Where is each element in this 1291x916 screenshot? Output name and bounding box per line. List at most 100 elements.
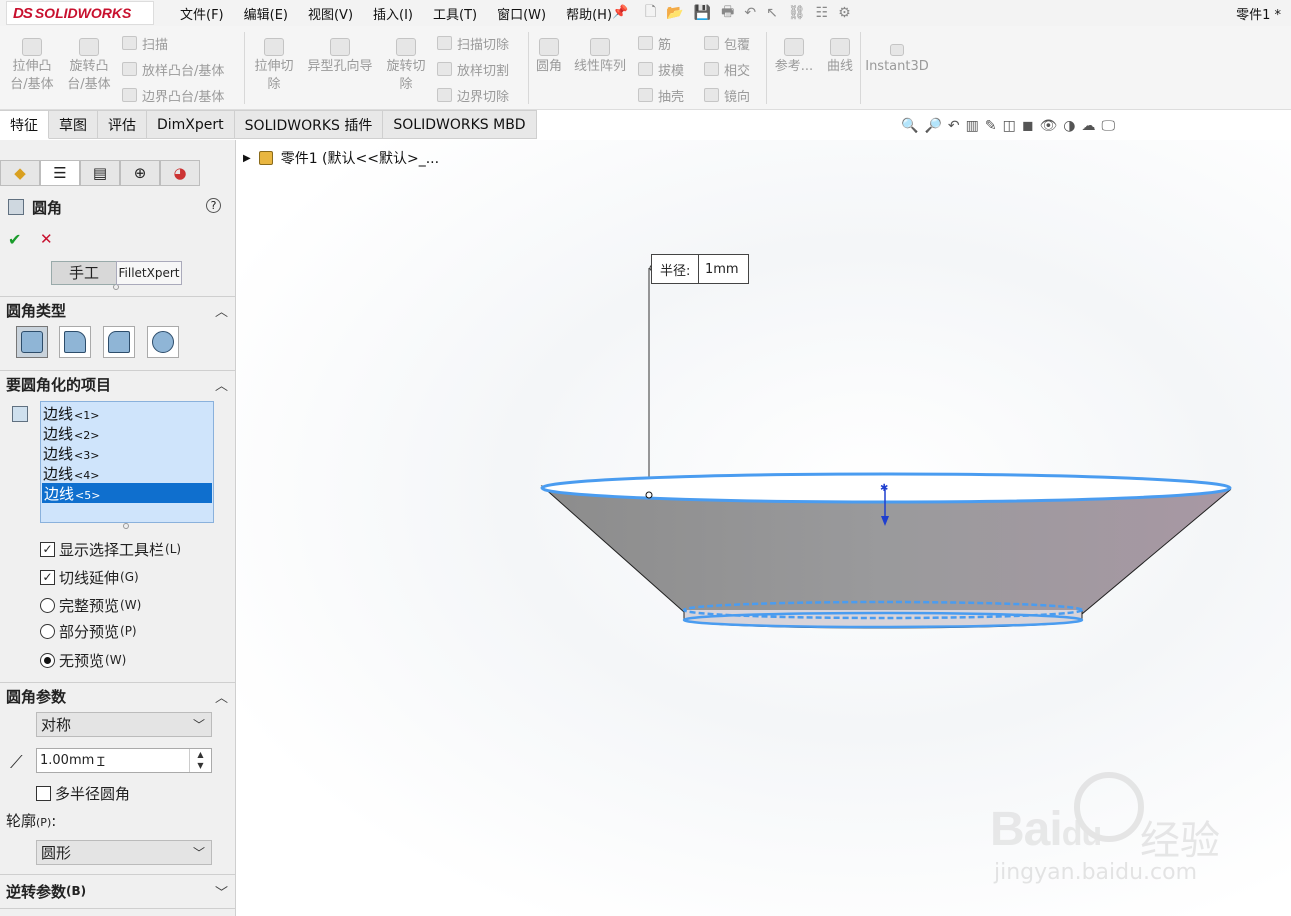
tangent-propagation-checkbox[interactable]: ✓ 切线延伸 (G) bbox=[40, 566, 139, 588]
list-resize-handle[interactable] bbox=[123, 523, 129, 529]
select-icon[interactable]: ↖ bbox=[766, 5, 778, 21]
collapse-icon[interactable]: ︿ bbox=[215, 301, 228, 320]
print-icon[interactable]: 🖶 bbox=[721, 1, 734, 25]
cancel-button[interactable]: ✕ bbox=[40, 230, 53, 248]
apply-scene-icon[interactable]: ☁ bbox=[1081, 118, 1095, 134]
items-to-fillet-section-header[interactable]: 要圆角化的项目 ︿ bbox=[0, 373, 236, 395]
reference-geometry-button[interactable]: 参考... bbox=[772, 38, 816, 76]
draft-button[interactable]: 拔模 bbox=[638, 58, 684, 80]
shell-button[interactable]: 抽壳 bbox=[638, 84, 684, 106]
checkbox-unchecked[interactable] bbox=[36, 785, 51, 801]
checkbox-checked[interactable]: ✓ bbox=[40, 541, 55, 557]
menu-view[interactable]: 视图(V) bbox=[308, 4, 353, 23]
callout-value[interactable]: 1mm bbox=[699, 262, 739, 277]
radio-button[interactable] bbox=[40, 623, 55, 639]
rebuild-icon[interactable]: ⛓ bbox=[788, 5, 806, 21]
menu-tools[interactable]: 工具(T) bbox=[433, 4, 477, 23]
pin-icon[interactable]: 📌 bbox=[612, 5, 628, 20]
property-manager-tab[interactable]: ☰ bbox=[40, 160, 80, 186]
solidworks-logo[interactable]: DS SOLIDWORKS bbox=[6, 1, 154, 25]
tab-sketch[interactable]: 草图 bbox=[49, 110, 98, 139]
manual-mode-button[interactable]: 手工 bbox=[51, 261, 117, 285]
display-style-icon[interactable]: ◼ bbox=[1022, 118, 1034, 134]
profile-dropdown[interactable]: 圆形 ﹀ bbox=[36, 840, 212, 865]
radius-spinner[interactable]: ▲ ▼ bbox=[189, 749, 211, 772]
options-gear-icon[interactable]: ⚙ bbox=[838, 5, 851, 21]
view-orientation-icon[interactable]: ◫ bbox=[1003, 118, 1016, 134]
extrude-boss-button[interactable]: 拉伸凸 台/基体 bbox=[6, 38, 58, 94]
linear-pattern-button[interactable]: 线性阵列 bbox=[570, 38, 630, 76]
zoom-to-area-icon[interactable]: 🔎 bbox=[924, 118, 941, 134]
collapse-icon[interactable]: ︿ bbox=[215, 687, 228, 706]
tab-dimxpert[interactable]: DimXpert bbox=[147, 110, 235, 139]
configuration-manager-tab[interactable]: ▤ bbox=[80, 160, 120, 186]
cone-surface[interactable] bbox=[540, 485, 1232, 615]
fillet-button[interactable]: 圆角 bbox=[532, 38, 566, 76]
intersect-button[interactable]: 相交 bbox=[704, 58, 750, 80]
rib-button[interactable]: 筋 bbox=[638, 32, 671, 54]
list-item-selected[interactable]: 边线 <5> bbox=[42, 483, 212, 503]
radius-input[interactable]: 1.00mm Ɪ ▲ ▼ bbox=[36, 748, 212, 773]
edit-appearance-icon[interactable]: ◑ bbox=[1063, 118, 1075, 134]
help-icon[interactable]: ? bbox=[206, 198, 221, 213]
show-selection-toolbar-checkbox[interactable]: ✓ 显示选择工具栏 (L) bbox=[40, 538, 181, 560]
list-item[interactable]: 边线 <1> bbox=[41, 403, 213, 423]
loft-boss-button[interactable]: 放样凸台/基体 bbox=[122, 58, 224, 80]
revolve-cut-button[interactable]: 旋转切 除 bbox=[380, 38, 432, 94]
undo-icon[interactable]: ↶ bbox=[744, 5, 756, 21]
fillet-parameters-section-header[interactable]: 圆角参数 ︿ bbox=[0, 685, 236, 707]
hide-show-icon[interactable]: 👁 bbox=[1039, 118, 1057, 134]
multi-radius-checkbox[interactable]: 多半径圆角 bbox=[36, 782, 130, 804]
wrap-button[interactable]: 包覆 bbox=[704, 32, 750, 54]
extrude-cut-button[interactable]: 拉伸切 除 bbox=[248, 38, 300, 94]
instant3d-button[interactable]: Instant3D bbox=[864, 44, 930, 76]
dynamic-annotation-icon[interactable]: ✎ bbox=[985, 118, 997, 134]
expand-icon[interactable]: ﹀ bbox=[215, 882, 228, 901]
menu-help[interactable]: 帮助(H) bbox=[566, 4, 612, 23]
hole-wizard-button[interactable]: 异型孔向导 bbox=[304, 38, 376, 76]
filletxpert-button[interactable]: FilletXpert bbox=[116, 261, 182, 285]
previous-view-icon[interactable]: ↶ bbox=[948, 118, 960, 134]
zoom-to-fit-icon[interactable]: 🔍 bbox=[901, 118, 918, 134]
no-preview-radio[interactable]: 无预览 (W) bbox=[40, 649, 126, 671]
list-item[interactable]: 边线 <2> bbox=[41, 423, 213, 443]
save-icon[interactable]: 💾 bbox=[694, 5, 711, 21]
curves-button[interactable]: 曲线 bbox=[820, 38, 860, 76]
boundary-cut-button[interactable]: 边界切除 bbox=[437, 84, 509, 106]
radio-button-selected[interactable] bbox=[40, 652, 55, 668]
dimxpert-manager-tab[interactable]: ⊕ bbox=[120, 160, 160, 186]
list-item[interactable]: 边线 <3> bbox=[41, 443, 213, 463]
radio-button[interactable] bbox=[40, 597, 55, 613]
variable-size-fillet-button[interactable] bbox=[59, 326, 91, 358]
edges-selection-list[interactable]: 边线 <1> 边线 <2> 边线 <3> 边线 <4> 边线 <5> bbox=[40, 401, 214, 523]
ok-button[interactable]: ✔ bbox=[8, 230, 21, 249]
menu-window[interactable]: 窗口(W) bbox=[497, 4, 546, 23]
tab-addins[interactable]: SOLIDWORKS 插件 bbox=[234, 110, 384, 139]
checkbox-checked[interactable]: ✓ bbox=[40, 569, 55, 585]
swept-cut-button[interactable]: 扫描切除 bbox=[437, 32, 509, 54]
tab-features[interactable]: 特征 bbox=[0, 110, 49, 139]
menu-insert[interactable]: 插入(I) bbox=[373, 4, 413, 23]
open-icon[interactable]: 📂 bbox=[666, 5, 683, 21]
fillet-type-section-header[interactable]: 圆角类型 ︿ bbox=[0, 299, 236, 321]
lofted-cut-button[interactable]: 放样切割 bbox=[437, 58, 509, 80]
menu-file[interactable]: 文件(F) bbox=[180, 4, 224, 23]
symmetry-dropdown[interactable]: 对称 ﹀ bbox=[36, 712, 212, 737]
list-item[interactable]: 边线 <4> bbox=[41, 463, 213, 483]
face-fillet-button[interactable] bbox=[103, 326, 135, 358]
feature-manager-tab[interactable]: ◆ bbox=[0, 160, 40, 186]
new-document-icon[interactable]: 🗋 bbox=[645, 1, 656, 25]
sweep-button[interactable]: 扫描 bbox=[122, 32, 168, 54]
menu-edit[interactable]: 编辑(E) bbox=[244, 4, 288, 23]
mirror-button[interactable]: 镜向 bbox=[704, 84, 750, 106]
full-preview-radio[interactable]: 完整预览 (W) bbox=[40, 594, 141, 616]
view-settings-icon[interactable]: 🖵 bbox=[1101, 118, 1115, 134]
partial-preview-radio[interactable]: 部分预览 (P) bbox=[40, 620, 137, 642]
section-view-icon[interactable]: ▥ bbox=[966, 118, 979, 134]
full-round-fillet-button[interactable] bbox=[147, 326, 179, 358]
display-manager-tab[interactable]: ◕ bbox=[160, 160, 200, 186]
boundary-boss-button[interactable]: 边界凸台/基体 bbox=[122, 84, 224, 106]
tab-evaluate[interactable]: 评估 bbox=[98, 110, 147, 139]
file-properties-icon[interactable]: ☷ bbox=[816, 5, 829, 21]
collapse-icon[interactable]: ︿ bbox=[215, 375, 228, 394]
